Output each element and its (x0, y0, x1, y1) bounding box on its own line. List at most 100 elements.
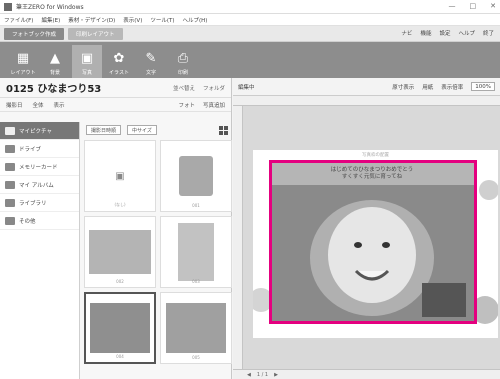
close-button[interactable]: ✕ (490, 2, 496, 10)
caption-text[interactable]: はじめてのひなまつりおめでとう すくすく元気に育ってね (292, 167, 452, 181)
menu-edit[interactable]: 編集(E) (41, 16, 60, 24)
page-canvas[interactable]: 写真枠の配置 はじめてのひなまつりおめでとう すくすく元気に育ってね (253, 150, 498, 338)
top-right-links: ナビ 機能 設定 ヘルプ 終了 (401, 29, 494, 37)
editor-controls: 原寸表示 用紙 表示倍率 100% (392, 82, 495, 91)
source-item-drive[interactable]: ドライブ (0, 140, 79, 158)
window-controls: — □ ✕ (449, 2, 497, 10)
thumbnail-grid: ▣ (なし) 001 002 003 004 005 (82, 138, 232, 366)
tool-print[interactable]: ⎙ 印刷 (168, 45, 198, 78)
app-icon (4, 2, 12, 11)
zoom-select[interactable]: 100% (471, 82, 495, 91)
tool-label: 背景 (49, 70, 60, 76)
tool-strip: ▦ レイアウト ▲ 背景 ▣ 写真 ✿ イラスト ✎ 文字 ⎙ 印刷 (0, 42, 500, 78)
editor-pane: 編集中 原寸表示 用紙 表示倍率 100% 写真枠の配置 はじめてのひなまつりお… (233, 78, 500, 379)
menu-view[interactable]: 表示(V) (123, 16, 142, 24)
next-page-icon[interactable]: ▶ (274, 372, 278, 378)
filter-all[interactable]: 全体 (33, 101, 44, 109)
photo-image (178, 223, 214, 281)
add-photo-button[interactable]: 写真追加 (203, 101, 225, 109)
text-icon: ✎ (145, 51, 157, 66)
album-actions: 並べ替え フォルダ (173, 84, 225, 92)
photo-image (166, 303, 226, 353)
source-item-library[interactable]: ライブラリ (0, 194, 79, 212)
menu-design[interactable]: 素材・デザイン(D) (68, 16, 115, 24)
size-select[interactable]: 中サイズ (127, 125, 157, 135)
photo-pane: 撮影日時順 中サイズ ▣ (なし) 001 002 003 004 005 (82, 122, 232, 379)
photo-toolbar: 撮影日時順 中サイズ (82, 122, 232, 138)
thumbnail-caption: 001 (192, 203, 200, 208)
size-label[interactable]: 原寸表示 (392, 83, 414, 91)
tool-text[interactable]: ✎ 文字 (136, 45, 166, 78)
source-item-my-album[interactable]: マイ アルバム (0, 176, 79, 194)
zoom-label: 表示倍率 (441, 84, 464, 91)
photo-image (90, 303, 150, 353)
filter-date[interactable]: 撮影日 (6, 101, 23, 109)
sort-select[interactable]: 撮影日時順 (86, 125, 122, 135)
thumbnail-photo-selected[interactable]: 004 (84, 292, 156, 364)
left-pane: 0125 ひなまつり53 並べ替え フォルダ 撮影日 全体 表示 フォト 写真追… (0, 78, 232, 379)
photo-filter[interactable]: フォト (178, 101, 195, 109)
minimize-button[interactable]: — (449, 2, 456, 10)
menu-tools[interactable]: ツール(T) (150, 16, 174, 24)
source-label: ドライブ (19, 146, 42, 153)
thumbnail-photo[interactable]: 003 (160, 216, 232, 288)
tool-layout[interactable]: ▦ レイアウト (8, 45, 38, 78)
source-label: マイ アルバム (19, 182, 54, 189)
source-item-other[interactable]: その他 (0, 212, 79, 230)
tool-label: 写真 (81, 70, 92, 76)
illustration-icon: ✿ (113, 51, 125, 66)
album-title: 0125 ひなまつり53 (6, 84, 102, 95)
help-link[interactable]: ヘルプ (458, 29, 475, 37)
folder-icon (5, 126, 15, 135)
settings-link[interactable]: 設定 (439, 29, 450, 37)
title-bar: 筆王ZERO for Windows — □ ✕ (0, 0, 500, 14)
source-item-memory-card[interactable]: メモリーカード (0, 158, 79, 176)
view-select[interactable]: 用紙 (422, 83, 433, 91)
source-item-my-pictures[interactable]: マイピクチャ (0, 122, 79, 140)
thumbnail-caption: 004 (116, 354, 124, 359)
sort-button[interactable]: 並べ替え (173, 84, 195, 92)
framed-photo (272, 163, 474, 321)
photo-image (179, 156, 213, 196)
tool-label: 文字 (145, 70, 156, 76)
filter-view[interactable]: 表示 (54, 101, 65, 109)
horizontal-ruler (233, 96, 500, 106)
thumbnail-photo[interactable]: 005 (160, 292, 232, 364)
layout-icon: ▦ (16, 51, 30, 66)
menu-help[interactable]: ヘルプ(H) (183, 16, 208, 24)
source-label: その他 (19, 218, 36, 225)
prev-page-icon[interactable]: ◀ (247, 372, 251, 378)
page-indicator: 1 / 1 (256, 371, 269, 378)
tool-photo[interactable]: ▣ 写真 (72, 45, 102, 78)
tool-background[interactable]: ▲ 背景 (40, 45, 70, 78)
thumbnail-caption: 002 (116, 279, 124, 284)
source-label: ライブラリ (19, 200, 47, 207)
photo-icon: ▣ (80, 51, 94, 66)
navi-link[interactable]: ナビ (401, 29, 412, 37)
thumbnail-photo[interactable]: 001 (160, 140, 232, 212)
album-icon (5, 180, 15, 189)
caption-line-2: すくすく元気に育ってね (341, 174, 403, 180)
memory-card-icon (5, 162, 15, 171)
exit-link[interactable]: 終了 (483, 29, 494, 37)
filter-bar: 撮影日 全体 表示 フォト 写真追加 (0, 98, 231, 112)
thumbnail-none[interactable]: ▣ (なし) (84, 140, 156, 212)
photo-image (89, 230, 151, 274)
tool-illustration[interactable]: ✿ イラスト (104, 45, 134, 78)
caption-line-1: はじめてのひなまつりおめでとう (330, 167, 414, 173)
filter-right: フォト 写真追加 (178, 101, 225, 109)
maximize-button[interactable]: □ (470, 2, 477, 10)
photo-frame[interactable]: はじめてのひなまつりおめでとう すくすく元気に育ってね (269, 160, 477, 324)
mode-tab-print-layout[interactable]: 印刷レイアウト (68, 27, 123, 40)
editor-header: 編集中 原寸表示 用紙 表示倍率 100% (233, 78, 500, 96)
print-icon: ⎙ (177, 51, 189, 66)
thumbnail-photo[interactable]: 002 (84, 216, 156, 288)
folder-button[interactable]: フォルダ (203, 84, 225, 92)
thumbnail-caption: (なし) (114, 202, 126, 207)
grid-view-icon[interactable] (219, 125, 228, 135)
source-label: マイピクチャ (19, 128, 52, 135)
menu-file[interactable]: ファイル(F) (4, 16, 33, 24)
editor-label: 編集中 (238, 84, 255, 91)
function-link[interactable]: 機能 (420, 29, 431, 37)
mode-tab-photobook[interactable]: フォトブック作成 (4, 27, 65, 40)
